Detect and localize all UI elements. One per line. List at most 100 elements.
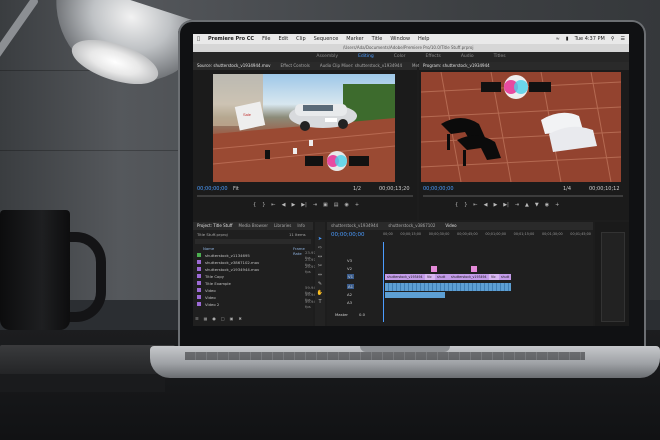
battery-icon[interactable]: ▮ [566,34,569,44]
track-select-icon[interactable]: ⇨ [318,245,322,251]
timeline-ruler[interactable]: 00;00 00;00;15;00 00;00;30;00 00;00;45;0… [383,232,591,240]
tab-media-browser[interactable]: Media Browser [239,222,269,230]
video-clip[interactable]: Vic [489,274,499,280]
menu-file[interactable]: File [262,34,270,44]
track-label-v3[interactable]: V3 [347,258,352,263]
new-item-icon[interactable]: ▣ [230,316,234,321]
lift-icon[interactable]: ▲ [525,202,529,208]
workspace-audio[interactable]: Audio [461,52,474,62]
tab-project[interactable]: Project: Title Stuff [197,222,233,230]
audio-clip-a2[interactable] [385,292,445,298]
title-clip[interactable] [431,266,437,272]
audio-clip-a1[interactable] [385,283,511,291]
workspace-assembly[interactable]: Assembly [316,52,338,62]
workspace-titles[interactable]: Titles [494,52,506,62]
source-resolution-select[interactable]: 1/2 [353,186,361,192]
source-video-frame[interactable]: Sale [213,74,395,182]
source-timecode-in[interactable]: 00;00;00;00 [197,186,228,192]
menu-window[interactable]: Window [390,34,410,44]
workspace-color[interactable]: Color [394,52,406,62]
razor-tool-icon[interactable]: ✂ [318,263,322,269]
new-bin-icon[interactable]: □ [221,316,225,321]
overwrite-icon[interactable]: ▤ [334,202,339,208]
video-clip[interactable]: Vic [425,274,435,280]
type-tool-icon[interactable]: T [318,299,321,305]
list-item[interactable]: Title Copy [197,273,224,279]
video-clip[interactable]: shutterstock_v193494 [385,274,425,280]
slip-tool-icon[interactable]: ⇔ [318,272,322,278]
search-icon[interactable]: ⚲ [611,34,615,44]
apple-icon[interactable]:  [197,34,200,44]
track-label-a3[interactable]: A3 [347,300,352,305]
tab-program[interactable]: Program: shutterstock_v1934944 [423,62,490,70]
step-back-icon[interactable]: ◀ [484,202,488,208]
program-timecode-in[interactable]: 00;00;00;00 [423,186,454,192]
go-to-in-icon[interactable]: ⇤ [473,202,477,208]
column-name[interactable]: Name [203,246,214,251]
wifi-icon[interactable]: ≈ [556,34,560,44]
list-item[interactable]: shutterstock_v1134695 23.976 fps [197,250,318,260]
menu-marker[interactable]: Marker [346,34,363,44]
list-item[interactable]: Title Example [197,280,231,286]
go-to-out-icon[interactable]: ⇥ [515,202,519,208]
workspace-editing[interactable]: Editing [358,52,374,62]
program-resolution-select[interactable]: 1/4 [563,186,571,192]
list-view-icon[interactable]: ☰ [195,316,199,321]
list-item[interactable]: shutterstock_v3867102.mov 23.976 fps [197,257,318,267]
add-button-icon[interactable]: + [355,202,359,208]
playhead[interactable] [383,242,384,322]
play-icon[interactable]: ▶ [493,202,497,208]
program-video-frame[interactable] [421,72,621,182]
video-clip[interactable]: shutt [435,274,449,280]
video-clip[interactable]: shutterstock_v193494 [449,274,489,280]
hand-tool-icon[interactable]: ✋ [317,290,323,296]
list-item[interactable]: Video 59.94 fps [197,285,316,295]
menu-help[interactable]: Help [418,34,429,44]
menubar-clock[interactable]: Tue 4:37 PM [575,34,605,44]
track-label-v1[interactable]: V1 [347,274,355,279]
timeline-timecode[interactable]: 00;00;00;00 [331,232,365,238]
track-label-a1[interactable]: A1 [347,284,355,289]
mark-out-icon[interactable]: } [262,202,265,208]
tab-libraries[interactable]: Libraries [274,222,291,230]
menu-sequence[interactable]: Sequence [314,34,339,44]
mark-in-icon[interactable]: { [253,202,256,208]
extract-icon[interactable]: ▼ [535,202,539,208]
list-item[interactable]: shutterstock_v1934944.mov 29.97 fps [197,264,316,274]
menu-edit[interactable]: Edit [278,34,288,44]
tab-sequence-2[interactable]: shutterstock_v3867102 [388,222,435,230]
pen-tool-icon[interactable]: ✎ [318,281,322,287]
list-item[interactable]: Video 59.94 fps [197,292,316,302]
insert-icon[interactable]: ▣ [323,202,328,208]
tab-audio-clip-mixer[interactable]: Audio Clip Mixer: shutterstock_v1934944 [320,62,402,70]
list-item[interactable]: Video 2 59.94 fps [197,299,316,309]
video-clip[interactable]: shutt [499,274,511,280]
tab-sequence-video[interactable]: Video [445,222,456,230]
mark-out-icon[interactable]: } [464,202,467,208]
step-forward-icon[interactable]: ▶| [301,202,307,208]
tab-effect-controls[interactable]: Effect Controls [281,62,310,70]
source-timeline-scrubber[interactable] [197,195,413,197]
go-to-in-icon[interactable]: ⇤ [271,202,275,208]
step-back-icon[interactable]: ◀ [282,202,286,208]
track-label-master[interactable]: Master [335,312,348,317]
selection-tool-icon[interactable]: ➤ [318,236,322,242]
zoom-slider-icon[interactable]: ● [212,316,216,321]
app-name[interactable]: Premiere Pro CC [208,34,254,44]
track-label-v2[interactable]: V2 [347,266,352,271]
project-search-input[interactable] [195,239,311,244]
tab-sequence-1[interactable]: shutterstock_v1934944 [331,222,378,230]
menu-clip[interactable]: Clip [296,34,305,44]
title-clip[interactable] [471,266,477,272]
tab-source[interactable]: Source: shutterstock_v1934944.mov [197,62,271,70]
menu-title[interactable]: Title [372,34,383,44]
step-forward-icon[interactable]: ▶| [503,202,509,208]
play-icon[interactable]: ▶ [291,202,295,208]
menu-list-icon[interactable]: ☰ [621,34,625,44]
track-label-a2[interactable]: A2 [347,292,352,297]
go-to-out-icon[interactable]: ⇥ [313,202,317,208]
ripple-edit-icon[interactable]: ↔ [318,254,322,260]
workspace-effects[interactable]: Effects [426,52,441,62]
program-timeline-scrubber[interactable] [423,195,623,197]
trash-icon[interactable]: ✖ [238,316,241,321]
